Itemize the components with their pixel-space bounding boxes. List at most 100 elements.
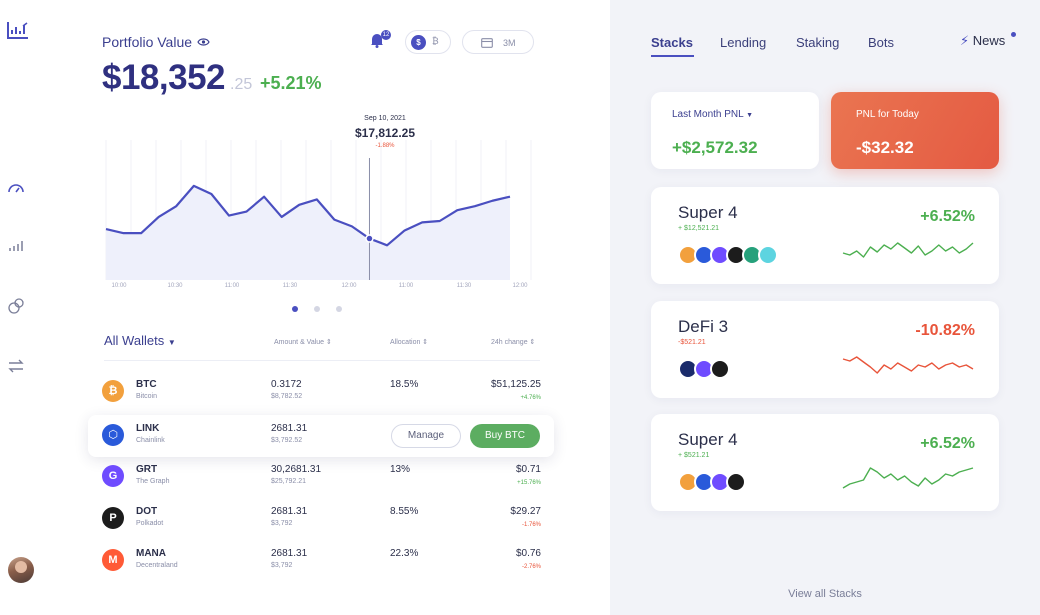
coin-name: The Graph	[136, 478, 170, 485]
tab-lending[interactable]: Lending	[720, 35, 766, 50]
stack-sparkline	[842, 242, 974, 258]
portfolio-chart[interactable]	[100, 110, 550, 325]
coin-value: $25,792.21	[271, 478, 307, 485]
header-divider	[104, 360, 540, 361]
column-header-allocation[interactable]: Allocation ⇕	[390, 338, 428, 346]
coin-change: +15.76%	[517, 480, 541, 486]
stack-percent-change: +6.52%	[920, 208, 975, 225]
portfolio-value: $18,352	[102, 58, 226, 97]
coin-allocation: 8.55%	[390, 506, 419, 517]
transfer-icon[interactable]	[6, 356, 26, 376]
stack-card[interactable]: DeFi 3 -$521.21 -10.82%	[651, 301, 999, 398]
x-tick-label: 12:00	[512, 283, 528, 289]
today-pnl-card[interactable]: PNL for Today -$32.32	[831, 92, 999, 169]
tab-bots[interactable]: Bots	[868, 35, 894, 50]
x-tick-label: 11:30	[456, 283, 472, 289]
stack-name: Super 4	[678, 430, 738, 449]
stack-percent-change: +6.52%	[920, 435, 975, 452]
coin-change: -1.76%	[521, 522, 541, 528]
lightning-icon: ⚡	[960, 33, 970, 48]
coin-price: $0.76	[515, 548, 541, 559]
buy-button[interactable]: Buy BTC	[470, 424, 540, 448]
tab-stacks[interactable]: Stacks	[651, 35, 693, 50]
chart-area	[106, 185, 510, 280]
eye-icon[interactable]	[197, 37, 210, 47]
coin-amount: 30,2681.31	[271, 464, 322, 475]
last-month-pnl-label[interactable]: Last Month PNL ▼	[672, 109, 753, 120]
x-tick-label: 10:00	[111, 283, 127, 289]
pagination-dot[interactable]	[336, 306, 342, 312]
last-month-pnl-value: +$2,572.32	[672, 138, 758, 157]
currency-toggle[interactable]: $ ₿	[405, 30, 451, 54]
grt-coin-icon: G	[102, 465, 124, 487]
coin-name: Chainlink	[136, 437, 165, 444]
currency-btc-option[interactable]: ₿	[432, 36, 439, 46]
currency-usd-option[interactable]: $	[411, 35, 426, 50]
view-all-stacks-link[interactable]: View all Stacks	[610, 588, 1040, 600]
coin-amount: 2681.31	[271, 506, 308, 517]
stack-value-change: + $12,521.21	[678, 225, 720, 232]
stack-value-change: + $521.21	[678, 452, 710, 459]
stack-sparkline	[842, 356, 974, 374]
active-tab-indicator	[651, 55, 694, 57]
coin-amount: 0.3172	[271, 379, 302, 390]
coin-value: $3,792	[271, 520, 293, 527]
coin-name: Decentraland	[136, 562, 178, 569]
coin-amount: 2681.31	[271, 548, 308, 559]
wallet-row-mana[interactable]: M MANA Decentraland 2681.31 $3,792 22.3%…	[88, 540, 554, 582]
coin-value: $8,782.52	[271, 393, 303, 400]
wallet-row-grt[interactable]: G GRT The Graph 30,2681.31 $25,792.21 13…	[88, 456, 554, 498]
speedometer-icon[interactable]	[6, 178, 26, 198]
column-header-amount[interactable]: Amount & Value ⇕	[274, 338, 332, 346]
coins-icon[interactable]	[6, 296, 26, 316]
today-pnl-label: PNL for Today	[856, 109, 919, 120]
coin-allocation: 18.5%	[390, 379, 419, 390]
stack-sparkline	[842, 467, 974, 489]
stack-name: DeFi 3	[678, 317, 729, 336]
range-selector[interactable]: 3M	[462, 30, 534, 54]
wallet-row-btc[interactable]: ₿ BTC Bitcoin 0.3172 $8,782.52 18.5% $51…	[88, 371, 554, 413]
bar-chart-icon[interactable]	[6, 236, 26, 256]
pagination-dot[interactable]	[292, 306, 298, 312]
news-button[interactable]: ⚡ News	[960, 33, 1005, 49]
column-header-change[interactable]: 24h change ⇕	[491, 338, 535, 346]
wallet-row-link[interactable]: ⬡ LINK Chainlink 2681.31 $3,792.52 Manag…	[88, 415, 554, 457]
avatar[interactable]	[8, 557, 34, 583]
calendar-icon	[481, 38, 493, 48]
stack-value-change: -$521.21	[678, 339, 706, 346]
portfolio-panel: Portfolio Value 12 $ ₿ 3M $18,352 .25 +5…	[40, 0, 610, 615]
stack-card[interactable]: Super 4 + $12,521.21 +6.52%	[651, 187, 999, 284]
last-month-pnl-card[interactable]: Last Month PNL ▼ +$2,572.32	[651, 92, 819, 169]
coin-value: $3,792.52	[271, 437, 303, 444]
coin-allocation: 13%	[390, 464, 411, 475]
coin-allocation: 22.3%	[390, 548, 419, 559]
coin-value: $3,792	[271, 562, 293, 569]
sidebar	[0, 0, 40, 615]
chart-logo-icon[interactable]	[6, 20, 32, 42]
dot-coin-icon: P	[102, 507, 124, 529]
pagination-dot[interactable]	[314, 306, 320, 312]
stack-coin-icon	[726, 472, 746, 492]
coin-symbol: GRT	[136, 464, 158, 475]
right-panel: Stacks Lending Staking Bots ⚡ News Last …	[610, 0, 1040, 615]
coin-symbol: LINK	[136, 423, 160, 434]
link-coin-icon: ⬡	[102, 424, 124, 446]
coin-name: Bitcoin	[136, 393, 158, 400]
notification-badge: 12	[381, 30, 391, 40]
stack-card[interactable]: Super 4 + $521.21 +6.52%	[651, 414, 999, 511]
stack-coin-icon	[758, 245, 778, 265]
stack-percent-change: -10.82%	[915, 322, 975, 339]
btc-coin-icon: ₿	[102, 380, 124, 402]
x-tick-label: 11:30	[282, 283, 298, 289]
coin-change: +4.76%	[520, 395, 541, 401]
coin-symbol: BTC	[136, 379, 157, 390]
wallet-row-dot[interactable]: P DOT Polkadot 2681.31 $3,792 8.55% $29.…	[88, 498, 554, 540]
coin-price: $29.27	[510, 506, 541, 517]
chart-highlight-point[interactable]	[365, 234, 374, 243]
portfolio-change: +5.21%	[260, 73, 322, 93]
x-tick-label: 11:00	[398, 283, 414, 289]
tab-staking[interactable]: Staking	[796, 35, 839, 50]
manage-button[interactable]: Manage	[391, 424, 461, 448]
x-tick-label: 12:00	[341, 283, 357, 289]
wallets-title[interactable]: All Wallets ▼	[104, 333, 176, 348]
